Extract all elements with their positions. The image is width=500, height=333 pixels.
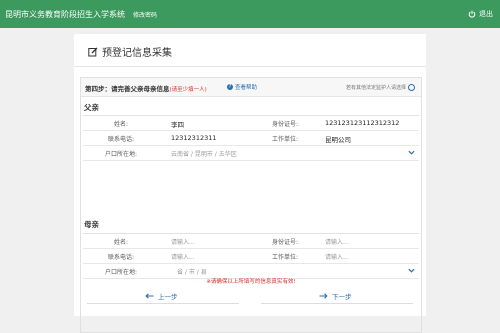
prev-button-underline	[87, 303, 239, 304]
mother-row-2: 联系电话: 请输入... 工作单位: 请输入...	[83, 249, 419, 264]
father-phone-input[interactable]: 12312312311	[171, 134, 217, 142]
chevron-down-icon[interactable]	[408, 149, 415, 156]
mother-household-label: 户口所在地:	[104, 269, 138, 276]
father-row-3: 户口所在地: 云南省 / 昆明市 / 五华区	[83, 146, 419, 161]
father-id-input[interactable]: 123123123112312312	[325, 119, 399, 127]
logout-label: 退出	[479, 10, 493, 18]
panel-header: 预登记信息采集	[88, 44, 172, 59]
mother-section-title: 母亲	[84, 220, 99, 229]
step-title: 第四步：请完善父亲母亲信息(请至少填一人)	[85, 85, 207, 93]
father-household-select[interactable]: 云南省 / 昆明市 / 五华区	[171, 149, 237, 158]
power-icon	[468, 10, 476, 18]
mother-row-1: 姓名: 请输入... 身份证号: 请输入...	[83, 234, 419, 249]
step-note: (请至少填一人)	[169, 87, 207, 93]
father-section: 姓名: 李四 身份证号: 123123123112312312 联系电话: 12…	[83, 115, 419, 161]
arrow-right-icon	[319, 293, 328, 299]
warning-text: ※请确保以上所填写的信息真实有效!	[206, 279, 296, 285]
chevron-down-icon[interactable]	[408, 267, 415, 274]
mother-name-label: 姓名:	[113, 239, 129, 246]
father-name-input[interactable]: 李四	[171, 119, 184, 129]
other-guardian-option[interactable]: 若有其他法定监护人请选择	[346, 84, 415, 91]
father-id-label: 身份证号:	[271, 121, 299, 128]
mother-employer-label: 工作单位:	[271, 254, 299, 261]
father-employer-input[interactable]: 昆明公司	[325, 134, 351, 144]
father-row-2: 联系电话: 12312312311 工作单位: 昆明公司	[83, 131, 419, 146]
father-phone-label: 联系电话:	[107, 136, 135, 143]
father-name-label: 姓名:	[113, 121, 129, 128]
mother-phone-input[interactable]: 请输入...	[171, 252, 195, 261]
step-header: 第四步：请完善父亲母亲信息(请至少填一人) ? 查看帮助 若有其他法定监护人请选…	[81, 78, 421, 97]
logout-button[interactable]: 退出	[468, 9, 493, 19]
father-household-label: 户口所在地:	[104, 151, 138, 158]
father-row-1: 姓名: 李四 身份证号: 123123123112312312	[83, 116, 419, 131]
next-button-underline	[261, 303, 413, 304]
father-section-title: 父亲	[84, 103, 99, 112]
arrow-left-icon	[145, 293, 154, 299]
edit-icon	[88, 47, 98, 56]
father-employer-label: 工作单位:	[271, 136, 299, 143]
mother-household-select[interactable]: 省 / 市 / 县	[177, 267, 207, 276]
help-icon: ?	[227, 84, 233, 90]
prev-step-button[interactable]: 上一步	[145, 291, 178, 301]
mother-name-input[interactable]: 请输入...	[171, 237, 195, 246]
other-guardian-label: 若有其他法定监护人请选择	[345, 85, 406, 91]
mother-phone-label: 联系电话:	[107, 254, 135, 261]
panel-title: 预登记信息采集	[102, 48, 172, 59]
top-nav-bar: 昆明市义务教育阶段招生入学系统 修改密码 退出	[0, 0, 500, 28]
change-password-link[interactable]: 修改密码	[133, 10, 157, 19]
next-step-button[interactable]: 下一步	[319, 291, 352, 301]
panel-divider	[74, 66, 426, 67]
parent-info-form: 第四步：请完善父亲母亲信息(请至少填一人) ? 查看帮助 若有其他法定监护人请选…	[80, 77, 422, 333]
registration-panel: 预登记信息采集 第四步：请完善父亲母亲信息(请至少填一人) ? 查看帮助 若有其…	[74, 34, 426, 333]
other-guardian-radio[interactable]	[408, 84, 415, 91]
help-link[interactable]: ? 查看帮助	[227, 83, 257, 91]
mother-id-label: 身份证号:	[271, 239, 299, 246]
mother-id-input[interactable]: 请输入...	[325, 237, 349, 246]
mother-section: 姓名: 请输入... 身份证号: 请输入... 联系电话: 请输入... 工作单…	[83, 233, 419, 279]
mother-employer-input[interactable]: 请输入...	[325, 252, 349, 261]
system-title: 昆明市义务教育阶段招生入学系统	[5, 10, 125, 19]
